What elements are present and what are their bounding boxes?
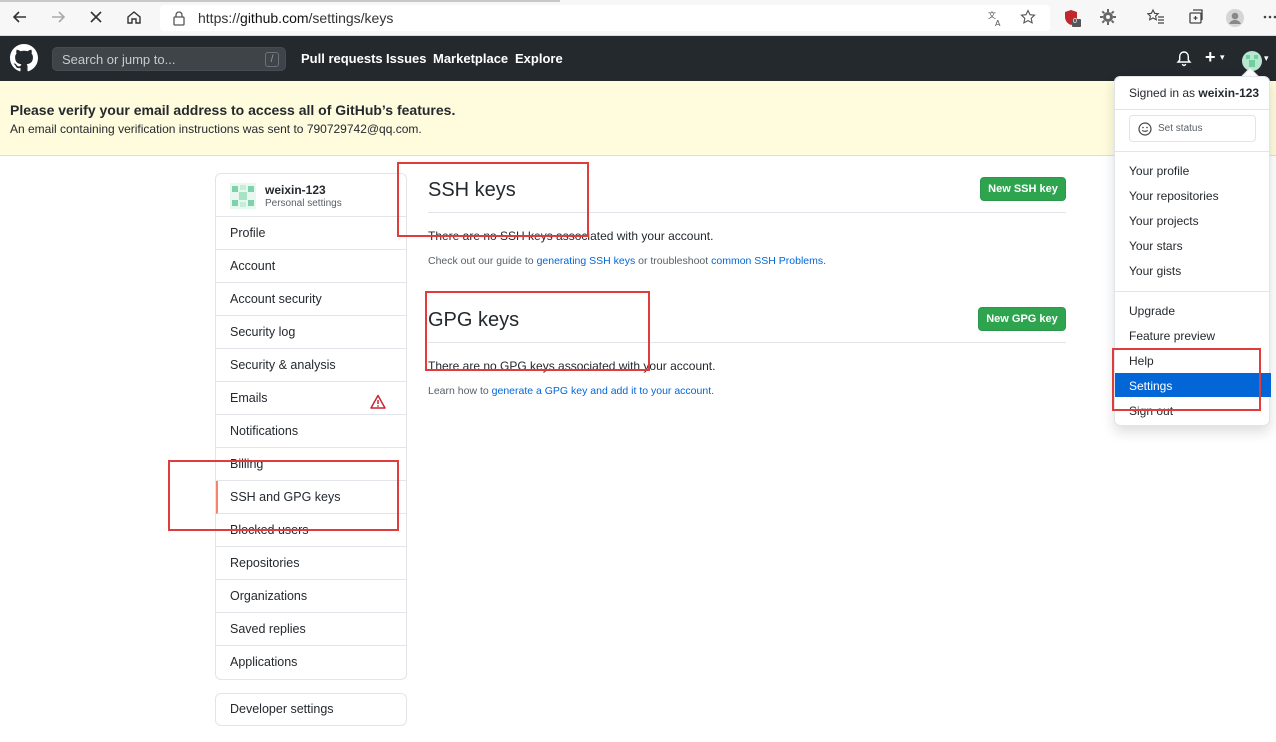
signed-in-as: Signed in as weixin-123 — [1129, 86, 1259, 100]
sidebar-item-developer-settings[interactable]: Developer settings — [215, 693, 407, 726]
divider — [1115, 291, 1269, 292]
smiley-icon — [1138, 122, 1152, 141]
new-ssh-key-button[interactable]: New SSH key — [980, 177, 1066, 201]
gpg-help-prefix: Learn how to — [428, 385, 492, 397]
generating-ssh-keys-link[interactable]: generating SSH keys — [537, 255, 636, 267]
sidebar-item-account[interactable]: Account — [216, 250, 406, 283]
back-icon[interactable] — [10, 8, 30, 28]
sidebar-item-repositories[interactable]: Repositories — [216, 547, 406, 580]
sidebar-item-saved-replies[interactable]: Saved replies — [216, 613, 406, 646]
url-path: /settings/keys — [308, 10, 394, 26]
sidebar-item-profile[interactable]: Profile — [216, 217, 406, 250]
address-bar[interactable]: https://github.com/settings/keys 文A — [160, 5, 1050, 31]
create-new-button[interactable]: + ▾ — [1205, 47, 1225, 68]
more-menu-icon[interactable] — [1262, 8, 1276, 28]
sidebar-subtitle: Personal settings — [265, 198, 342, 209]
generate-gpg-key-link[interactable]: generate a GPG key and add it to your ac… — [492, 385, 711, 397]
nav-pull-requests[interactable]: Pull requests — [301, 51, 383, 66]
verify-banner-title: Please verify your email address to acce… — [10, 102, 456, 118]
avatar — [230, 183, 256, 209]
ssh-help-prefix: Check out our guide to — [428, 255, 537, 267]
stop-loading-icon[interactable] — [86, 8, 106, 28]
sidebar-item-account-security[interactable]: Account security — [216, 283, 406, 316]
favorite-star-icon[interactable] — [1020, 9, 1036, 30]
url-text: https://github.com/settings/keys — [198, 10, 393, 26]
svg-text:A: A — [995, 19, 1001, 27]
nav-issues[interactable]: Issues — [386, 51, 426, 66]
collections-icon[interactable] — [1186, 8, 1206, 28]
chevron-down-icon: ▾ — [1264, 53, 1269, 63]
set-status-button[interactable]: Set status — [1129, 115, 1256, 142]
translate-icon[interactable]: 文A — [988, 9, 1004, 32]
gpg-help-suffix: . — [711, 385, 715, 397]
verify-banner-subtitle: An email containing verification instruc… — [10, 122, 422, 136]
plus-icon: + — [1205, 47, 1216, 67]
shield-extension-icon[interactable]: 0 — [1062, 8, 1082, 28]
gear-extension-icon[interactable] — [1098, 8, 1118, 28]
search-input[interactable]: Search or jump to... / — [52, 47, 286, 71]
nav-explore[interactable]: Explore — [515, 51, 563, 66]
sidebar-item-emails[interactable]: Emails — [216, 382, 406, 415]
annotation-box-ssh-keys — [397, 162, 589, 237]
set-status-label: Set status — [1158, 123, 1203, 134]
divider — [1115, 151, 1269, 152]
forward-icon[interactable] — [48, 8, 68, 28]
divider — [1115, 109, 1269, 110]
lock-icon — [172, 10, 186, 31]
verify-email-banner: Please verify your email address to acce… — [0, 81, 1276, 156]
github-header: Search or jump to... / Pull requests Iss… — [0, 36, 1276, 81]
sidebar-item-notifications[interactable]: Notifications — [216, 415, 406, 448]
github-logo-icon[interactable] — [10, 44, 38, 72]
page-load-progress — [0, 0, 560, 2]
bell-icon[interactable] — [1176, 50, 1192, 72]
sidebar-user-header: weixin-123 Personal settings — [216, 174, 406, 217]
sidebar-item-label: Emails — [230, 391, 268, 405]
search-placeholder: Search or jump to... — [62, 52, 176, 67]
chevron-down-icon: ▾ — [1219, 52, 1225, 62]
signed-in-prefix: Signed in as — [1129, 86, 1199, 100]
ssh-help-suffix: . — [823, 255, 827, 267]
menu-upgrade[interactable]: Upgrade — [1129, 304, 1175, 318]
annotation-box-gpg-keys — [425, 291, 650, 371]
menu-your-projects[interactable]: Your projects — [1129, 214, 1199, 228]
extension-badge: 0 — [1073, 18, 1077, 25]
search-shortcut-key: / — [265, 52, 279, 67]
ssh-help-middle: or troubleshoot — [635, 255, 712, 267]
sidebar-username[interactable]: weixin-123 — [265, 183, 326, 197]
sidebar-item-organizations[interactable]: Organizations — [216, 580, 406, 613]
sidebar-item-security-analysis[interactable]: Security & analysis — [216, 349, 406, 382]
url-prefix: https:// — [198, 10, 241, 26]
annotation-box-ssh-gpg-sidebar — [168, 460, 399, 531]
menu-your-repositories[interactable]: Your repositories — [1129, 189, 1219, 203]
favorites-list-icon[interactable] — [1146, 8, 1166, 28]
ssh-help-text: Check out our guide to generating SSH ke… — [428, 255, 826, 267]
browser-profile-icon[interactable] — [1225, 8, 1245, 28]
signed-in-username: weixin-123 — [1198, 86, 1260, 100]
url-host: github.com — [240, 10, 309, 26]
new-gpg-key-button[interactable]: New GPG key — [978, 307, 1066, 331]
menu-feature-preview[interactable]: Feature preview — [1129, 329, 1215, 343]
menu-your-profile[interactable]: Your profile — [1129, 164, 1189, 178]
common-ssh-problems-link[interactable]: common SSH Problems — [711, 255, 823, 267]
settings-sidebar: weixin-123 Personal settings Profile Acc… — [215, 173, 407, 680]
gpg-help-text: Learn how to generate a GPG key and add … — [428, 385, 714, 397]
home-icon[interactable] — [124, 8, 144, 28]
annotation-box-settings-menu — [1112, 348, 1261, 411]
menu-your-gists[interactable]: Your gists — [1129, 264, 1181, 278]
menu-your-stars[interactable]: Your stars — [1129, 239, 1183, 253]
browser-toolbar: https://github.com/settings/keys 文A 0 — [0, 0, 1276, 36]
sidebar-item-applications[interactable]: Applications — [216, 646, 406, 679]
alert-icon — [370, 390, 386, 409]
sidebar-item-security-log[interactable]: Security log — [216, 316, 406, 349]
nav-marketplace[interactable]: Marketplace — [433, 51, 508, 66]
